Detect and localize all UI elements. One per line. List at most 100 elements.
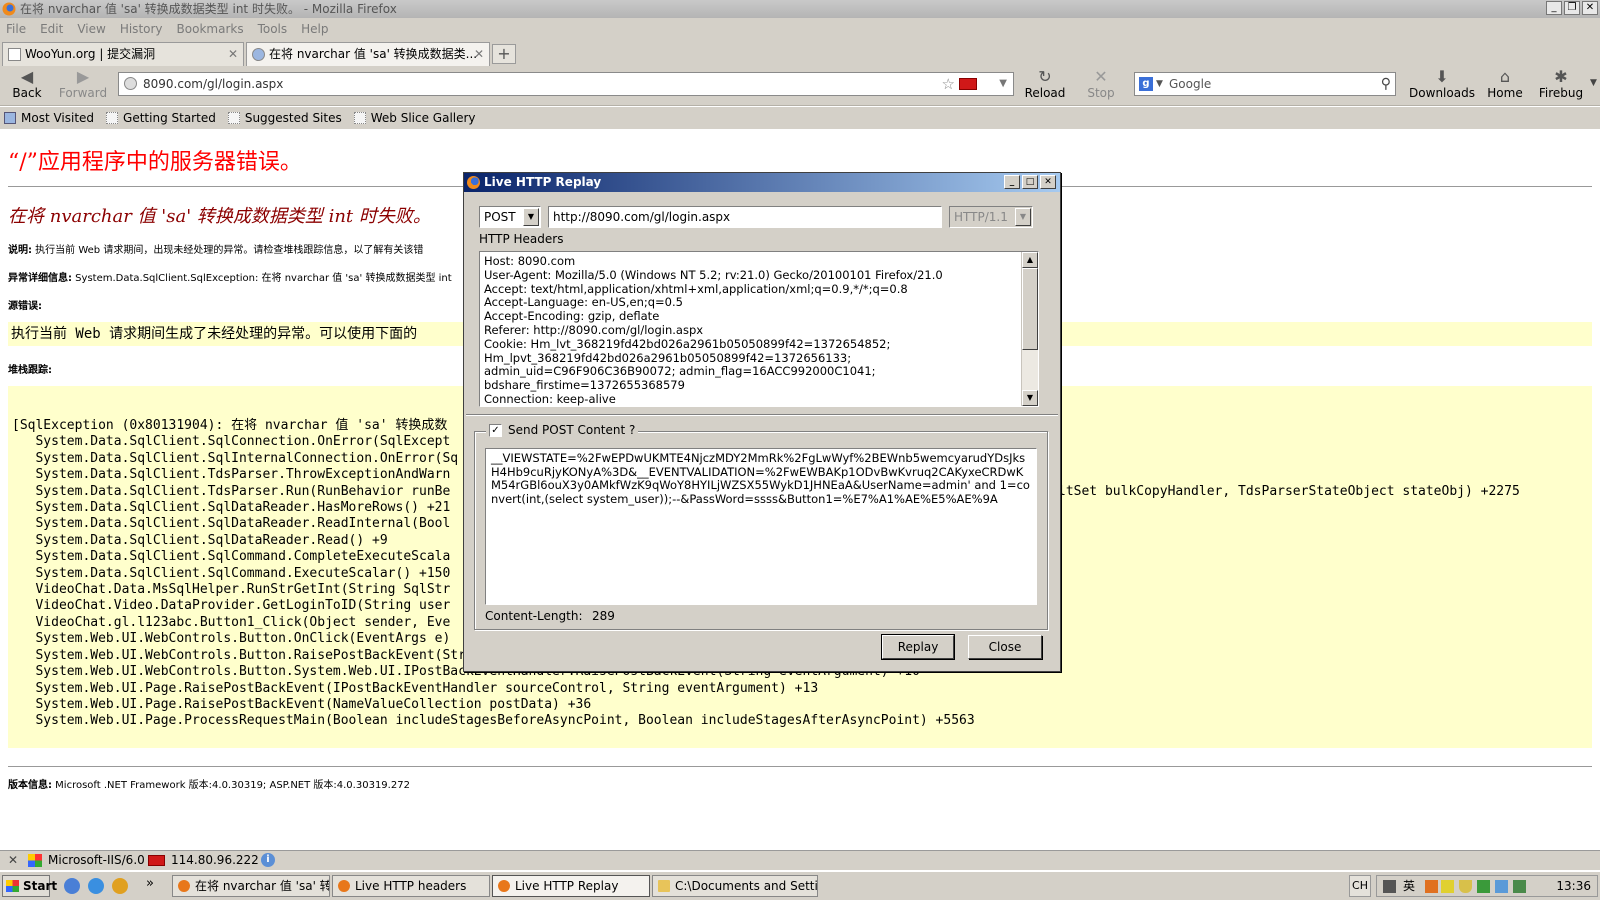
bookmark-suggested-sites[interactable]: Suggested Sites — [227, 111, 342, 125]
network-icon[interactable] — [1477, 880, 1490, 893]
tab-wooyun[interactable]: WooYun.org | 提交漏洞 ✕ — [2, 42, 244, 66]
reload-label: Reload — [1024, 86, 1066, 100]
tray-app-icon[interactable] — [1513, 880, 1526, 893]
menu-tools[interactable]: Tools — [258, 22, 288, 36]
start-button[interactable]: Start — [2, 875, 57, 897]
search-input[interactable]: g ▼ Google ⚲ — [1134, 72, 1396, 96]
info-icon[interactable]: i — [261, 853, 275, 867]
firebug-label: Firebug — [1538, 86, 1584, 100]
close-tab-icon[interactable]: ✕ — [228, 43, 238, 65]
back-label: Back — [12, 86, 42, 100]
menu-file[interactable]: File — [6, 22, 26, 36]
back-button[interactable]: ◀ Back — [0, 67, 54, 101]
close-dialog-button[interactable]: ✕ — [1040, 175, 1056, 189]
folder-icon — [658, 880, 670, 892]
language-indicator[interactable]: CH — [1349, 875, 1371, 897]
minimize-button[interactable]: _ — [1546, 1, 1562, 15]
bookmark-most-visited[interactable]: Most Visited — [4, 111, 94, 125]
task-explorer-folder[interactable]: C:\Documents and Settin... — [652, 875, 818, 897]
close-tab-icon[interactable]: ✕ — [474, 43, 484, 65]
quicklaunch-more-icon[interactable]: » — [146, 876, 154, 891]
page-icon — [8, 48, 21, 61]
version-info: 版本信息: Microsoft .NET Framework 版本:4.0.30… — [8, 776, 410, 791]
menu-help[interactable]: Help — [301, 22, 328, 36]
ime-mode-indicator[interactable]: 英 — [1403, 876, 1415, 896]
method-select[interactable]: POST ▼ — [479, 206, 541, 228]
post-content-textarea[interactable]: __VIEWSTATE=%2FwEPDwUKMTE4NjczMDY2MmRk%2… — [485, 448, 1037, 605]
quicklaunch-app-icon[interactable] — [112, 878, 128, 894]
tab-error-page[interactable]: 在将 nvarchar 值 'sa' 转换成数据类... ✕ — [246, 42, 490, 66]
exception-details-label: 异常详细信息: — [8, 273, 72, 284]
keyboard-icon[interactable] — [1383, 880, 1396, 893]
forward-button[interactable]: ▶ Forward — [56, 68, 110, 101]
firebug-dropdown-icon[interactable]: ▼ — [1590, 78, 1597, 88]
bookmark-star-icon[interactable]: ☆ — [942, 73, 955, 95]
tray-app-icon[interactable] — [1441, 880, 1454, 893]
server-header: Microsoft-IIS/6.0 — [48, 853, 145, 867]
http-headers-label: HTTP Headers — [479, 232, 564, 246]
download-arrow-icon: ⬇ — [1435, 67, 1449, 86]
close-window-button[interactable]: ✕ — [1582, 1, 1598, 15]
close-statusbar-icon[interactable]: ✕ — [8, 851, 18, 869]
headers-scrollbar[interactable]: ▲ ▼ — [1021, 252, 1038, 406]
search-icon[interactable]: ⚲ — [1381, 73, 1391, 95]
firebug-button[interactable]: ✱ Firebug — [1530, 68, 1592, 101]
window-titlebar: 在将 nvarchar 值 'sa' 转换成数据类型 int 时失败。 - Mo… — [0, 0, 1600, 18]
engine-dropdown-icon[interactable]: ▼ — [1156, 73, 1163, 95]
send-post-checkbox-row[interactable]: ✓ Send POST Content ? — [486, 423, 639, 437]
forward-label: Forward — [58, 86, 108, 100]
bookmark-getting-started[interactable]: Getting Started — [106, 111, 216, 125]
volume-icon[interactable] — [1495, 880, 1508, 893]
status-bar: ✕ Microsoft-IIS/6.0 114.80.96.222 i — [0, 850, 1600, 870]
send-post-label: Send POST Content ? — [508, 423, 636, 437]
new-tab-button[interactable]: + — [492, 44, 516, 64]
security-shield-icon[interactable] — [1459, 880, 1472, 893]
menu-view[interactable]: View — [77, 22, 105, 36]
globe-icon — [124, 77, 137, 90]
bookmark-label: Suggested Sites — [244, 111, 342, 125]
task-label: Live HTTP Replay — [515, 879, 619, 893]
downloads-button[interactable]: ⬇ Downloads — [1404, 67, 1480, 101]
task-label: 在将 nvarchar 值 'sa' 转... — [195, 879, 330, 893]
show-desktop-icon[interactable] — [64, 878, 80, 894]
downloads-label: Downloads — [1409, 86, 1475, 100]
content-length-label: Content-Length: — [485, 609, 583, 623]
scroll-down-icon[interactable]: ▼ — [1022, 390, 1038, 406]
send-post-checkbox[interactable]: ✓ — [489, 423, 502, 437]
menu-edit[interactable]: Edit — [40, 22, 63, 36]
url-dropdown-icon[interactable]: ▼ — [999, 73, 1007, 95]
back-arrow-icon: ◀ — [20, 67, 34, 86]
scroll-up-icon[interactable]: ▲ — [1022, 252, 1038, 268]
minimize-button[interactable]: _ — [1004, 175, 1020, 189]
menu-bookmarks[interactable]: Bookmarks — [177, 22, 244, 36]
http-headers-text: Host: 8090.com User-Agent: Mozilla/5.0 (… — [484, 254, 943, 406]
bookmark-web-slice-gallery[interactable]: Web Slice Gallery — [353, 111, 476, 125]
scrollbar-thumb[interactable] — [1022, 268, 1038, 350]
taskbar: Start » 在将 nvarchar 值 'sa' 转... Live HTT… — [0, 871, 1600, 900]
page-icon — [353, 112, 366, 124]
tab-label: 在将 nvarchar 值 'sa' 转换成数据类... — [269, 47, 478, 61]
url-bar[interactable]: 8090.com/gl/login.aspx ☆ ▼ — [118, 72, 1014, 96]
close-button[interactable]: Close — [968, 635, 1042, 659]
replay-button[interactable]: Replay — [881, 634, 955, 660]
home-button[interactable]: ⌂ Home — [1478, 68, 1532, 101]
reload-button[interactable]: ↻ Reload — [1018, 68, 1072, 101]
system-clock: 13:36 — [1556, 879, 1591, 893]
window-controls: _ ❐ ✕ — [1546, 1, 1598, 15]
task-firefox-error-page[interactable]: 在将 nvarchar 值 'sa' 转... — [172, 875, 330, 897]
http-headers-textarea[interactable]: Host: 8090.com User-Agent: Mozilla/5.0 (… — [479, 251, 1039, 407]
task-live-http-replay[interactable]: Live HTTP Replay — [492, 875, 650, 897]
task-live-http-headers[interactable]: Live HTTP headers — [332, 875, 490, 897]
navigation-toolbar: ◀ Back ▶ Forward 8090.com/gl/login.aspx … — [0, 66, 1600, 106]
internet-explorer-icon[interactable] — [88, 878, 104, 894]
firefox-icon — [178, 880, 190, 892]
live-http-replay-dialog: Live HTTP Replay _ □ ✕ POST ▼ http://809… — [463, 172, 1061, 672]
url-input[interactable]: http://8090.com/gl/login.aspx — [548, 206, 942, 228]
stack-trace-label: 堆栈跟踪: — [8, 365, 52, 376]
restore-button[interactable]: ❐ — [1564, 1, 1580, 15]
menu-history[interactable]: History — [120, 22, 163, 36]
maximize-button[interactable]: □ — [1022, 175, 1038, 189]
stop-button[interactable]: ✕ Stop — [1074, 68, 1128, 101]
tray-app-icon[interactable] — [1425, 880, 1438, 893]
page-icon — [106, 112, 119, 124]
